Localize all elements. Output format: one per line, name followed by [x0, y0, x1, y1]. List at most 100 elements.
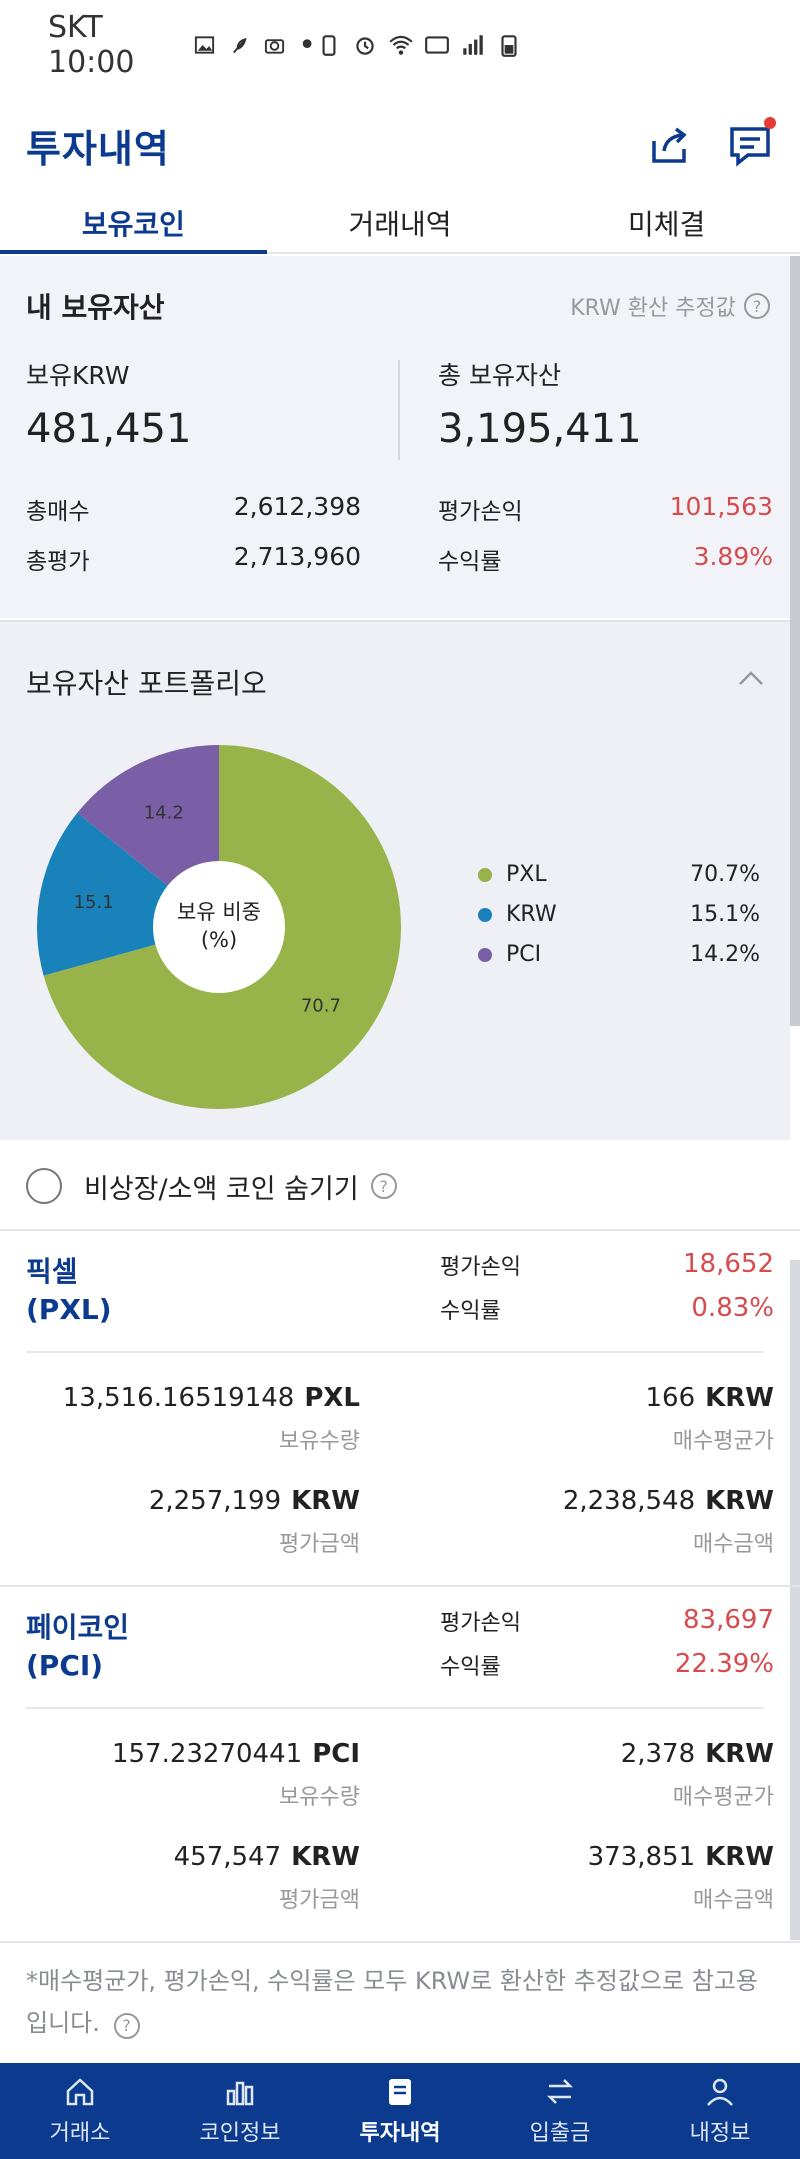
summary-divider — [398, 360, 400, 460]
app-header: 투자내역 — [0, 90, 800, 200]
hide-small-coins-row[interactable]: 비상장/소액 코인 숨기기 ? — [0, 1143, 800, 1231]
nav-deposit-withdraw[interactable]: 입출금 — [480, 2063, 640, 2159]
nav-label: 입출금 — [529, 2121, 591, 2146]
legend-pct: 70.7% — [690, 862, 760, 887]
coin-avg-price: 2,378 KRW 매수평균가 — [621, 1739, 774, 1811]
share-icon — [652, 127, 687, 163]
help-icon[interactable]: ? — [113, 2013, 140, 2039]
nav-my-info[interactable]: 내정보 — [640, 2063, 800, 2159]
return-value: 3.89% — [693, 542, 773, 571]
coin-symbol: (PXL) — [26, 1293, 112, 1326]
coin-separator — [0, 1585, 800, 1587]
coin-avg-price-label: 매수평균가 — [672, 1785, 774, 1810]
coin-quantity-value: 13,516.16519148 — [62, 1383, 295, 1413]
hide-small-coins-label: 비상장/소액 코인 숨기기 — [84, 1173, 359, 1205]
share-button[interactable] — [646, 121, 694, 169]
coin-name[interactable]: 페이코인 (PCI) — [26, 1609, 129, 1685]
alarm-icon — [356, 37, 374, 55]
tab-holdings[interactable]: 보유코인 — [0, 200, 267, 254]
coin-eval-amount-unit: KRW — [291, 1842, 360, 1872]
nav-label: 투자내역 — [359, 2121, 441, 2146]
tab-trade-history[interactable]: 거래내역 — [267, 200, 534, 252]
coin-eval-amount-label: 평가금액 — [279, 1888, 360, 1913]
coin-return-value: 22.39% — [674, 1649, 774, 1679]
notice-button[interactable] — [726, 117, 776, 169]
coin-buy-amount-label: 매수금액 — [693, 1532, 774, 1557]
pie-label-krw: 15.1 — [74, 892, 114, 913]
coin-avg-price-value: 166 — [645, 1383, 696, 1413]
portfolio-donut-chart: 보유 비중 (%) 70.7 15.1 14.2 — [36, 745, 401, 1109]
legend-dot — [478, 947, 492, 962]
camera-icon — [265, 39, 285, 54]
coin-eval-amount-value: 2,257,199 — [148, 1486, 282, 1516]
coin-buy-amount: 373,851 KRW 매수금액 — [588, 1842, 774, 1914]
coin-card-pxl[interactable]: 픽셀 (PXL) 평가손익 18,652 수익률 0.83% 13,516.16… — [0, 1233, 790, 1585]
donut-hole — [153, 861, 285, 993]
holding-krw-label: 보유KRW — [26, 361, 130, 390]
portfolio-section: 보유자산 포트폴리오 보유 비중 (%) 70.7 15.1 14.2 PXL 70… — [0, 620, 790, 1140]
legend-pct: 14.2% — [690, 942, 760, 967]
coin-quantity-label: 보유수량 — [279, 1785, 360, 1810]
scrollbar[interactable] — [790, 256, 800, 1026]
disclaimer-note: *매수평균가, 평가손익, 수익률은 모두 KRW로 환산한 추정값으로 참고용… — [26, 1960, 766, 2044]
coin-quantity-unit: PXL — [304, 1383, 360, 1413]
coin-eval-pl-value: 18,652 — [683, 1249, 774, 1279]
coin-return-label: 수익률 — [440, 1655, 501, 1680]
help-icon[interactable]: ? — [370, 1173, 397, 1199]
return-label: 수익률 — [438, 549, 502, 575]
coin-separator — [0, 1941, 800, 1943]
legend-name: PXL — [506, 862, 547, 887]
coin-quantity: 13,516.16519148 PXL 보유수량 — [63, 1383, 360, 1455]
tab-unfilled[interactable]: 미체결 — [533, 200, 800, 252]
coin-name-korean: 페이코인 — [26, 1611, 130, 1644]
coin-quantity: 157.23270441 PCI 보유수량 — [112, 1739, 360, 1811]
hd-voice-icon — [425, 36, 449, 54]
user-icon — [707, 2078, 733, 2106]
coin-symbol: (PCI) — [26, 1649, 104, 1682]
scrollbar-lower[interactable] — [790, 1260, 800, 1940]
battery-saver-icon — [322, 35, 336, 56]
nav-exchange[interactable]: 거래소 — [0, 2063, 160, 2159]
total-eval-value: 2,713,960 — [233, 542, 361, 571]
coin-buy-amount-label: 매수금액 — [693, 1888, 774, 1913]
signal-icon — [463, 35, 483, 55]
total-buy-row: 총매수 2,612,398 — [26, 492, 361, 526]
total-eval-label: 총평가 — [26, 549, 90, 575]
coin-avg-price-unit: KRW — [705, 1383, 774, 1413]
nav-investments[interactable]: 투자내역 — [320, 2063, 480, 2159]
summary-title: 내 보유자산 — [26, 291, 165, 324]
coin-return-label: 수익률 — [440, 1299, 501, 1324]
coin-buy-amount-unit: KRW — [705, 1486, 774, 1516]
coin-eval-pl-value: 83,697 — [683, 1605, 774, 1635]
feather-icon — [233, 37, 247, 54]
legend-pct: 15.1% — [690, 902, 760, 927]
coin-buy-amount: 2,238,548 KRW 매수금액 — [563, 1486, 774, 1558]
coin-name-korean: 픽셀 — [26, 1255, 78, 1288]
coin-card-pci[interactable]: 페이코인 (PCI) 평가손익 83,697 수익률 22.39% 157.23… — [0, 1589, 790, 1941]
help-icon[interactable]: ? — [744, 293, 770, 319]
coin-name[interactable]: 픽셀 (PXL) — [26, 1253, 112, 1329]
coin-eval-pl-label: 평가손익 — [440, 1255, 521, 1280]
coin-eval-pl-label: 평가손익 — [440, 1611, 521, 1636]
pie-label-pxl: 70.7 — [301, 995, 341, 1016]
portfolio-title: 보유자산 포트폴리오 — [26, 667, 267, 700]
chevron-up-icon[interactable] — [736, 664, 766, 694]
eval-pl-label: 평가손익 — [438, 499, 523, 525]
battery-icon — [501, 35, 517, 57]
nav-coin-info[interactable]: 코인정보 — [160, 2063, 320, 2159]
asset-summary: 내 보유자산 KRW 환산 추정값 ? 보유KRW 481,451 총 보유자산… — [0, 256, 790, 618]
wifi-icon — [389, 35, 413, 55]
krw-note-text: KRW 환산 추정값 — [570, 296, 736, 321]
return-row: 수익률 3.89% — [438, 542, 773, 576]
tab-bar: 보유코인 거래내역 미체결 — [0, 200, 800, 254]
coin-avg-price-unit: KRW — [705, 1739, 774, 1769]
coin-avg-price-label: 매수평균가 — [672, 1429, 774, 1454]
hide-small-coins-checkbox[interactable] — [26, 1168, 62, 1204]
holding-krw: 보유KRW 481,451 — [26, 356, 191, 452]
eval-pl-row: 평가손익 101,563 — [438, 492, 773, 526]
coin-avg-price-value: 2,378 — [620, 1739, 696, 1769]
total-assets-value: 3,195,411 — [438, 406, 642, 452]
bar-chart-icon — [226, 2081, 254, 2106]
total-assets-label: 총 보유자산 — [438, 361, 561, 390]
transfer-icon — [546, 2079, 574, 2104]
